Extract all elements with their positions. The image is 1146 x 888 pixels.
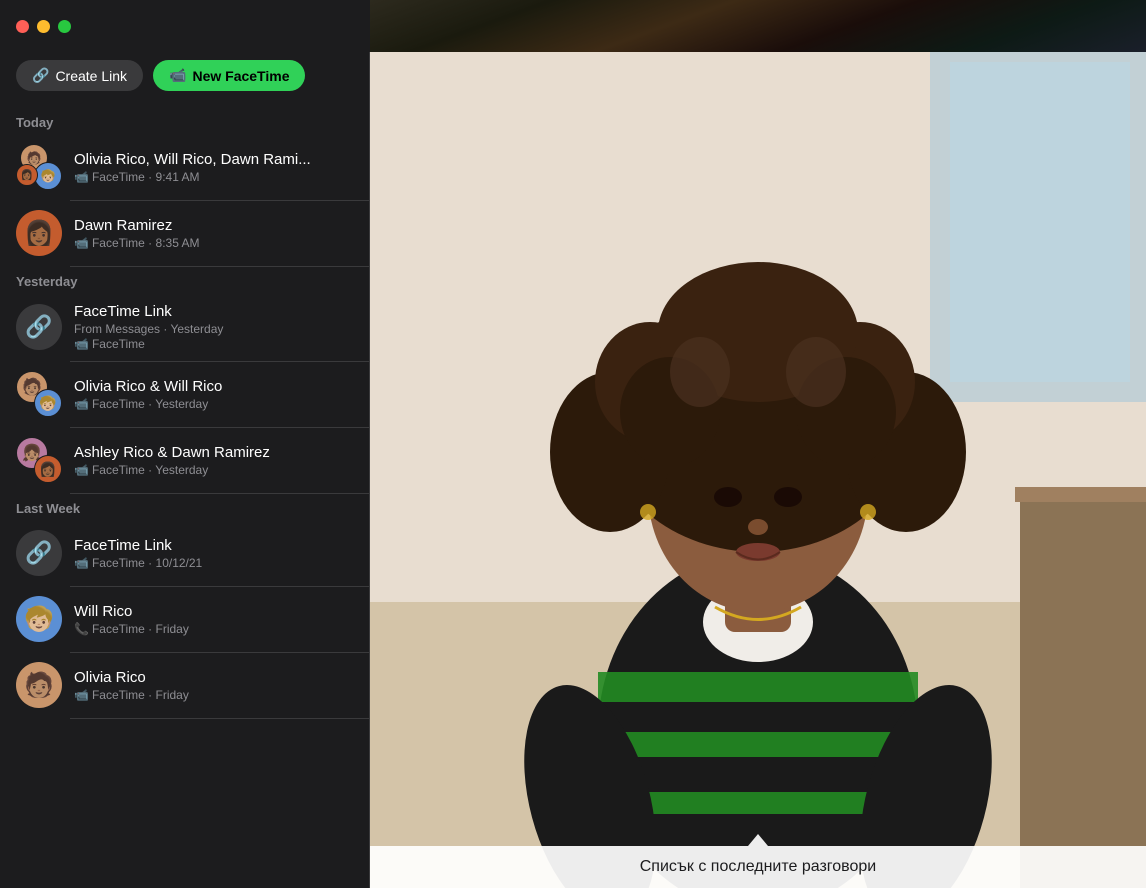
avatar-olivia: 🧑🏽 <box>16 662 62 708</box>
call-detail-ashley-dawn: 📹 FaceTime · Yesterday <box>74 463 353 477</box>
call-detail-olivia: 📹 FaceTime · Friday <box>74 688 353 702</box>
call-item-group[interactable]: 🧑🏽 🧒🏼 👩🏾 Olivia Rico, Will Rico, Dawn Ra… <box>0 134 369 200</box>
call-detail-link1b: 📹 FaceTime <box>74 337 353 351</box>
video-icon: 📹 <box>74 170 89 184</box>
call-item-link1[interactable]: 🔗 FaceTime Link From Messages · Yesterda… <box>0 293 369 361</box>
call-info-olivia-will: Olivia Rico & Will Rico 📹 FaceTime · Yes… <box>74 378 353 411</box>
create-link-label: Create Link <box>55 68 127 84</box>
call-name-ashley-dawn: Ashley Rico & Dawn Ramirez <box>74 444 353 461</box>
section-header-yesterday: Yesterday <box>0 266 369 293</box>
call-info-group: Olivia Rico, Will Rico, Dawn Rami... 📹 F… <box>74 151 353 184</box>
call-info-dawn: Dawn Ramirez 📹 FaceTime · 8:35 AM <box>74 217 353 250</box>
avatar-link2: 🔗 <box>16 530 62 576</box>
link-icon-avatar: 🔗 <box>25 314 52 340</box>
link-icon-avatar2: 🔗 <box>25 540 52 566</box>
section-header-today: Today <box>0 107 369 134</box>
call-detail: 📹 FaceTime · 9:41 AM <box>74 170 353 184</box>
traffic-lights <box>16 20 71 33</box>
call-info-link2: FaceTime Link 📹 FaceTime · 10/12/21 <box>74 537 353 570</box>
call-name-link1: FaceTime Link <box>74 303 353 320</box>
avatar-will: 🧒🏼 <box>16 596 62 642</box>
avatar-ashley-dawn: 👧🏽 👩🏾 <box>16 437 62 483</box>
video-icon-dawn: 📹 <box>74 236 89 250</box>
call-name-olivia-will: Olivia Rico & Will Rico <box>74 378 353 395</box>
call-name-olivia: Olivia Rico <box>74 669 353 686</box>
close-button[interactable] <box>16 20 29 33</box>
video-icon-olivia: 📹 <box>74 688 89 702</box>
call-item-dawn[interactable]: 👩🏾 Dawn Ramirez 📹 FaceTime · 8:35 AM <box>0 200 369 266</box>
call-detail-olivia-will: 📹 FaceTime · Yesterday <box>74 397 353 411</box>
avatar-group: 🧑🏽 🧒🏼 👩🏾 <box>16 144 62 190</box>
video-icon-ad: 📹 <box>74 463 89 477</box>
video-camera-icon: 📹 <box>169 67 186 84</box>
call-name-link2: FaceTime Link <box>74 537 353 554</box>
sidebar: 🔗 Create Link 📹 New FaceTime Today 🧑🏽 🧒🏼… <box>0 52 370 888</box>
minimize-button[interactable] <box>37 20 50 33</box>
call-detail-dawn: 📹 FaceTime · 8:35 AM <box>74 236 353 250</box>
caption-area: Списък с последните разговори <box>370 846 1146 888</box>
toolbar: 🔗 Create Link 📹 New FaceTime <box>0 52 369 107</box>
call-detail-link1a: From Messages · Yesterday <box>74 322 353 336</box>
caption-text: Списък с последните разговори <box>640 858 876 876</box>
title-bar <box>0 0 370 52</box>
call-name: Olivia Rico, Will Rico, Dawn Rami... <box>74 151 353 168</box>
video-icon-link2: 📹 <box>74 556 89 570</box>
call-item-olivia-will[interactable]: 🧑🏽 🧒🏼 Olivia Rico & Will Rico 📹 FaceTime… <box>0 361 369 427</box>
create-link-button[interactable]: 🔗 Create Link <box>16 60 143 91</box>
call-info-ashley-dawn: Ashley Rico & Dawn Ramirez 📹 FaceTime · … <box>74 444 353 477</box>
maximize-button[interactable] <box>58 20 71 33</box>
avatar-dawn: 👩🏾 <box>16 210 62 256</box>
new-facetime-label: New FaceTime <box>192 68 289 84</box>
call-info-olivia: Olivia Rico 📹 FaceTime · Friday <box>74 669 353 702</box>
phone-icon-will: 📞 <box>74 622 89 636</box>
call-item-will[interactable]: 🧒🏼 Will Rico 📞 FaceTime · Friday <box>0 586 369 652</box>
section-header-lastweek: Last Week <box>0 493 369 520</box>
call-info-link1: FaceTime Link From Messages · Yesterday … <box>74 303 353 351</box>
call-info-will: Will Rico 📞 FaceTime · Friday <box>74 603 353 636</box>
call-name-will: Will Rico <box>74 603 353 620</box>
link-icon: 🔗 <box>32 67 49 84</box>
avatar-olivia-will: 🧑🏽 🧒🏼 <box>16 371 62 417</box>
new-facetime-button[interactable]: 📹 New FaceTime <box>153 60 305 91</box>
video-area: Списък с последните разговори <box>370 52 1146 888</box>
avatar-link1: 🔗 <box>16 304 62 350</box>
call-detail-will: 📞 FaceTime · Friday <box>74 622 353 636</box>
call-item-ashley-dawn[interactable]: 👧🏽 👩🏾 Ashley Rico & Dawn Ramirez 📹 FaceT… <box>0 427 369 493</box>
call-item-link2[interactable]: 🔗 FaceTime Link 📹 FaceTime · 10/12/21 <box>0 520 369 586</box>
call-detail-link2: 📹 FaceTime · 10/12/21 <box>74 556 353 570</box>
video-icon-link1: 📹 <box>74 337 89 351</box>
video-icon-ow: 📹 <box>74 397 89 411</box>
call-item-olivia[interactable]: 🧑🏽 Olivia Rico 📹 FaceTime · Friday <box>0 652 369 718</box>
call-name-dawn: Dawn Ramirez <box>74 217 353 234</box>
